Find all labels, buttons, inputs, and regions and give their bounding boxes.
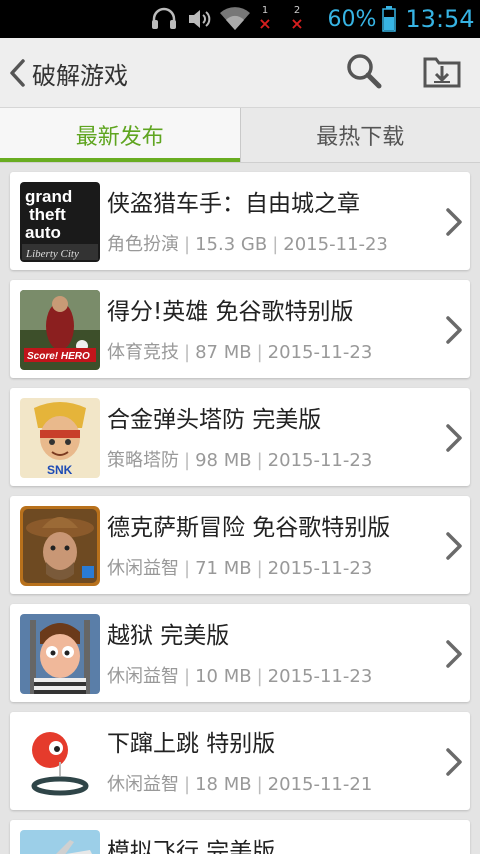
game-title: 侠盗猎车手：自由城之章 [107,191,360,217]
volume-icon [186,0,214,38]
svg-text:SNK: SNK [47,463,73,477]
svg-text:theft: theft [29,205,66,224]
chevron-right-icon [442,310,466,350]
no-signal-mark: × [258,14,272,33]
svg-text:Liberty City: Liberty City [25,248,79,260]
score-hero-icon: Score! HERO [20,290,100,370]
list-item[interactable]: 越狱 完美版 休闲益智 | 10 MB | 2015-11-23 [10,604,470,702]
game-meta: 角色扮演 | 15.3 GB | 2015-11-23 [107,234,388,255]
game-meta: 体育竞技 | 87 MB | 2015-11-23 [107,342,373,363]
game-size: 18 MB [195,774,252,795]
page-title: 破解游戏 [32,61,128,90]
metal-slug-defense-icon: SNK [20,398,100,478]
back-button[interactable]: 破解游戏 [0,38,160,108]
game-date: 2015-11-23 [267,342,373,363]
gta-liberty-city-icon: grand theft auto Liberty City [20,182,100,262]
battery-icon [380,0,398,38]
headset-icon [148,0,180,38]
list-item[interactable]: grand theft auto Liberty City 侠盗猎车手：自由城之… [10,172,470,270]
game-title: 模拟飞行 完美版 [107,839,276,854]
sim-no-signal-icon: 2 × [286,0,308,38]
game-size: 98 MB [195,450,252,471]
svg-text:grand: grand [25,187,72,206]
list-item[interactable]: Score! HERO 得分!英雄 免谷歌特别版 体育竞技 | 87 MB | 2015… [10,280,470,378]
game-category: 策略塔防 [107,450,179,471]
game-date: 2015-11-23 [283,234,388,255]
game-category: 休闲益智 [107,558,179,579]
chevron-right-icon [442,526,466,566]
svg-text:auto: auto [25,223,61,242]
game-size: 10 MB [195,666,252,687]
texas-adventure-icon [20,506,100,586]
chevron-right-icon [442,418,466,458]
wifi-icon [218,0,252,38]
game-date: 2015-11-23 [267,558,373,579]
prison-break-icon [20,614,100,694]
game-category: 体育竞技 [107,342,179,363]
jump-bird-icon [20,722,100,802]
sim-no-signal-icon: 1 × [254,0,276,38]
game-title: 合金弹头塔防 完美版 [107,407,322,433]
game-category: 休闲益智 [107,666,179,687]
list-item[interactable]: SNK 合金弹头塔防 完美版 策略塔防 | 98 MB | 2015-11-23 [10,388,470,486]
game-size: 71 MB [195,558,252,579]
back-chevron-icon [4,38,30,108]
search-button[interactable] [340,48,388,98]
game-title: 德克萨斯冒险 免谷歌特别版 [107,515,391,541]
flight-sim-icon [20,830,100,854]
chevron-right-icon [442,202,466,242]
tab-bar: 最新发布 最热下载 [0,108,480,162]
download-manager-button[interactable] [416,48,468,98]
game-meta: 休闲益智 | 18 MB | 2015-11-21 [107,774,373,795]
battery-percent: 60% [327,6,377,32]
clock-time: 13:54 [405,5,475,33]
game-category: 休闲益智 [107,774,179,795]
tab-hottest[interactable]: 最热下载 [241,108,480,162]
game-meta: 休闲益智 | 10 MB | 2015-11-23 [107,666,373,687]
game-title: 得分!英雄 免谷歌特别版 [107,299,354,325]
status-bar: 1 × 2 × 60% 13:54 [0,0,480,38]
svg-text:Score! HERO: Score! HERO [27,351,90,362]
no-signal-mark: × [290,14,304,33]
action-bar: 破解游戏 [0,38,480,108]
chevron-right-icon [442,742,466,782]
list-item[interactable]: 模拟飞行 完美版 [10,820,470,854]
game-meta: 策略塔防 | 98 MB | 2015-11-23 [107,450,373,471]
game-meta: 休闲益智 | 71 MB | 2015-11-23 [107,558,373,579]
tab-latest[interactable]: 最新发布 [0,108,240,162]
game-size: 87 MB [195,342,252,363]
chevron-right-icon [442,634,466,674]
tab-bar-divider [0,162,480,163]
game-date: 2015-11-21 [267,774,373,795]
list-item[interactable]: 下蹿上跳 特别版 休闲益智 | 18 MB | 2015-11-21 [10,712,470,810]
list-item[interactable]: 德克萨斯冒险 免谷歌特别版 休闲益智 | 71 MB | 2015-11-23 [10,496,470,594]
game-title: 越狱 完美版 [107,623,230,649]
game-date: 2015-11-23 [267,450,373,471]
game-title: 下蹿上跳 特别版 [107,731,276,757]
search-icon [345,52,383,94]
game-date: 2015-11-23 [267,666,373,687]
game-category: 角色扮演 [107,234,179,255]
game-size: 15.3 GB [195,234,268,255]
download-manager-icon [423,53,461,93]
